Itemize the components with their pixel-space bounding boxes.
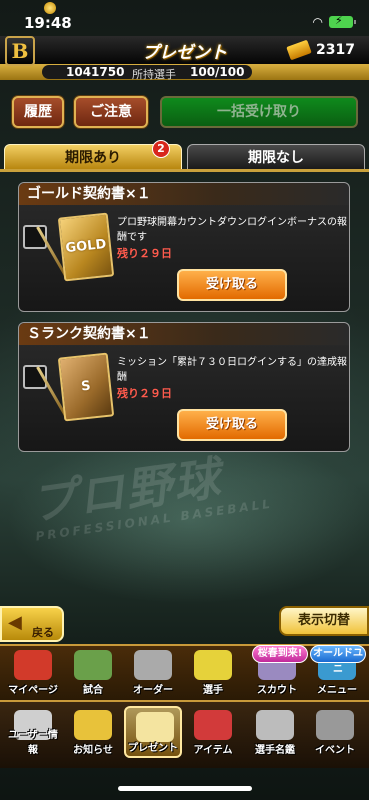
present-description: プロ野球開幕カウントダウンログインボーナスの報酬です — [117, 217, 347, 243]
nav-order[interactable]: オーダー — [124, 646, 182, 698]
wifi-icon: ◠ — [312, 15, 323, 29]
present-card: Ｓランク契約書×１ S ミッション「累計７３０日ログインする」の達成報酬 残り２… — [18, 322, 350, 452]
display-toggle-button[interactable]: 表示切替 — [279, 606, 369, 636]
back-arrow-icon: ◀ — [8, 612, 22, 633]
spring-event-tag: 桜春到来! — [252, 645, 308, 663]
money-value: 1041750 — [66, 65, 125, 79]
home-indicator[interactable] — [118, 786, 252, 791]
nav-user-info[interactable]: ユーザー情報 — [4, 706, 62, 758]
present-description: ミッション「累計７３０日ログインする」の達成報酬 — [117, 357, 347, 383]
nav-player-directory[interactable]: 選手名鑑 — [246, 706, 304, 758]
money-coin-icon — [44, 2, 56, 14]
coin-display[interactable]: 2317 — [286, 39, 355, 61]
nav-event[interactable]: イベント — [306, 706, 364, 758]
tab-divider — [0, 169, 369, 172]
battery-icon: ⚡ — [329, 14, 356, 28]
coin-count: 2317 — [316, 42, 355, 58]
present-title: Ｓランク契約書×１ — [19, 323, 349, 345]
nav-news[interactable]: お知らせ — [64, 706, 122, 758]
present-card: ゴールド契約書×１ GOLD プロ野球開幕カウントダウンログインボーナスの報酬で… — [18, 182, 350, 312]
item-icon — [194, 710, 232, 740]
info-bar — [0, 64, 369, 80]
history-button[interactable]: 履歴 — [12, 96, 64, 128]
receive-button[interactable]: 受け取る — [177, 409, 287, 441]
old-uniform-tag: オールドユニ — [310, 645, 366, 675]
stadium-icon — [74, 650, 112, 680]
nav-present[interactable]: プレゼント — [124, 706, 182, 758]
owned-players-value: 100/100 — [190, 65, 245, 79]
status-icons: ◠ ⚡ — [312, 14, 356, 29]
present-remaining: 残り２９日 — [117, 387, 172, 400]
player-directory-icon — [256, 710, 294, 740]
bats-icon — [316, 710, 354, 740]
receive-all-button[interactable]: 一括受け取り — [160, 96, 358, 128]
status-time: 19:48 — [24, 14, 72, 32]
order-icon — [134, 650, 172, 680]
tab-no-expiry[interactable]: 期限なし — [187, 144, 365, 170]
back-button[interactable]: ◀ 戻る — [0, 606, 64, 642]
present-title: ゴールド契約書×１ — [19, 183, 349, 205]
owned-players-label: 所持選手 — [132, 68, 176, 81]
nav-items[interactable]: アイテム — [184, 706, 242, 758]
s-rank-contract-icon: S — [57, 352, 115, 422]
present-remaining: 残り２９日 — [117, 247, 172, 260]
mypage-icon — [14, 650, 52, 680]
nav-players[interactable]: 選手 — [184, 646, 242, 698]
coin-icon — [286, 39, 312, 61]
nav-mypage[interactable]: マイページ — [4, 646, 62, 698]
gold-contract-icon: GOLD — [57, 212, 115, 282]
nav-game[interactable]: 試合 — [64, 646, 122, 698]
receive-button[interactable]: 受け取る — [177, 269, 287, 301]
player-icon — [194, 650, 232, 680]
news-icon — [74, 710, 112, 740]
tab-badge: 2 — [152, 140, 170, 158]
caution-button[interactable]: ご注意 — [74, 96, 148, 128]
gift-icon — [136, 712, 174, 742]
